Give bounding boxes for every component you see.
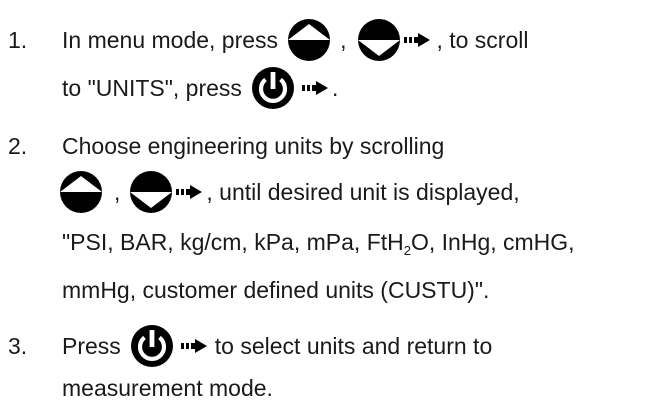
dotted-arrow-icon [301,81,328,95]
dotted-arrow-icon [180,339,207,353]
step-3-line-2: measurement mode. [0,368,663,408]
step-3-line-1: 3. Press to select units and return to [0,325,663,367]
step-2-line-2: , , until desired unit is displayed, [0,171,663,213]
step-3-text-a: Press [62,332,121,359]
step-3-number: 3. [8,332,28,359]
step-3-text-b: to select units and return to [214,332,493,359]
step-1-sep: , [340,26,347,53]
step-1-line-2: to "UNITS", press . [0,67,663,109]
step-2-line-1: 2. Choose engineering units by scrolling [0,126,663,166]
step-2-text-d: mmHg, customer defined units (CUSTU)". [62,276,490,303]
step-2-units-a: "PSI, BAR, kg/cm, kPa, mPa, FtH [62,228,404,255]
up-button-icon [288,19,331,61]
step-2-units-sub: 2 [403,242,411,258]
power-button-icon [251,67,294,109]
step-3-text-c: measurement mode. [62,374,273,401]
step-2-line-3: "PSI, BAR, kg/cm, kPa, mPa, FtH2O, InHg,… [0,222,663,262]
down-button-icon [358,19,401,61]
down-button-icon [130,171,173,213]
dotted-arrow-icon [404,33,431,47]
step-1-text-c: to "UNITS", press [62,74,242,101]
power-button-icon [130,325,173,367]
step-1-number: 1. [8,26,28,53]
step-2-sep: , [114,178,121,205]
step-1-line-1: 1. In menu mode, press , , to scroll [0,19,663,61]
step-1-text-d: . [331,74,339,101]
step-2-text-b: , until desired unit is displayed, [206,178,520,205]
dotted-arrow-icon [176,185,203,199]
up-button-icon [60,171,102,213]
step-1-text-b: , to scroll [436,26,529,53]
step-2-text-a: Choose engineering units by scrolling [62,132,445,159]
step-2-units-b: O, InHg, cmHG, [410,228,575,255]
step-2-number: 2. [8,132,28,159]
step-1-text-a: In menu mode, press [62,26,279,53]
step-2-line-4: mmHg, customer defined units (CUSTU)". [0,270,663,310]
